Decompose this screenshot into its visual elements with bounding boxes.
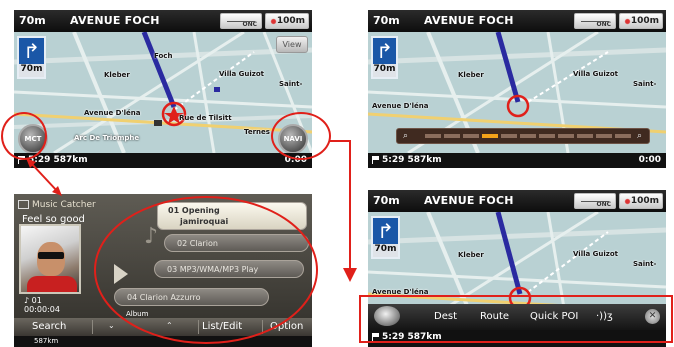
connector-arrows	[26, 140, 673, 343]
